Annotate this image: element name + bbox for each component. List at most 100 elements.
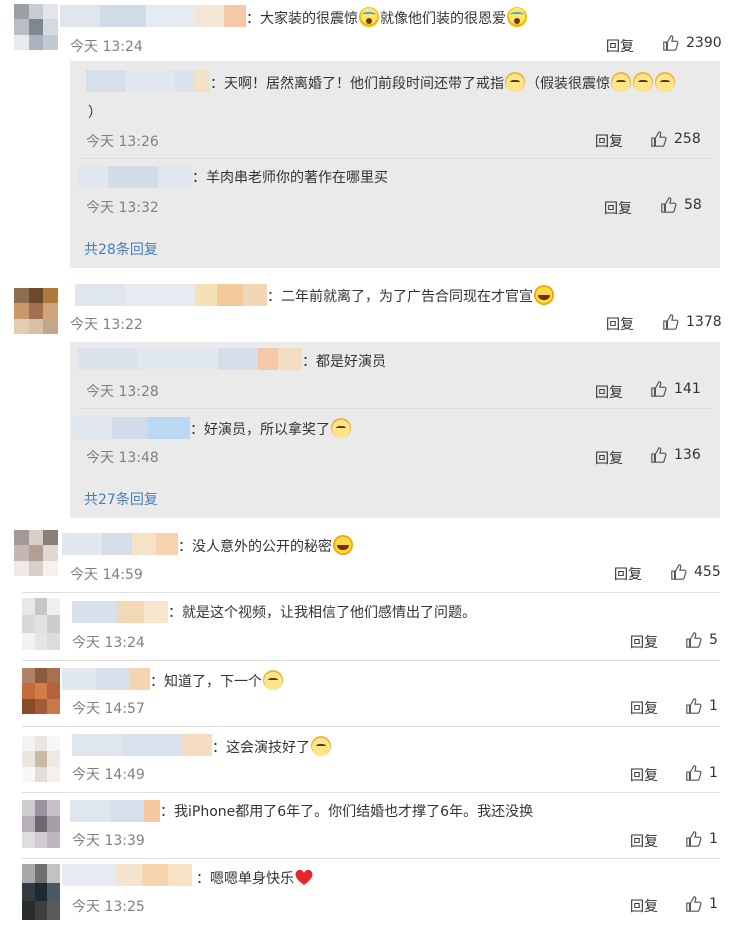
like-button[interactable]: 1 bbox=[685, 830, 718, 848]
avatar[interactable] bbox=[22, 800, 60, 848]
timestamp: 今天 13:24 bbox=[72, 635, 145, 651]
laughing-face-icon bbox=[534, 285, 554, 305]
reply-button[interactable]: 回复 bbox=[614, 564, 642, 584]
reply-button[interactable]: 回复 bbox=[630, 831, 658, 851]
reply-text: ：都是好演员 bbox=[302, 354, 386, 370]
like-count: 2390 bbox=[686, 35, 722, 51]
reply-text: ：好演员，所以拿奖了 bbox=[190, 418, 352, 440]
like-count: 141 bbox=[674, 381, 701, 397]
view-more-replies-link[interactable]: 共27条回复 bbox=[84, 489, 158, 509]
timestamp: 今天 13:24 bbox=[70, 39, 143, 55]
username-blurred[interactable] bbox=[62, 864, 192, 886]
thumbs-up-icon bbox=[651, 447, 667, 463]
avatar[interactable] bbox=[22, 598, 60, 650]
like-button[interactable]: 136 bbox=[650, 446, 701, 464]
timestamp: 今天 13:32 bbox=[86, 200, 159, 216]
comment-text: ：大家装的很震惊 就像他们装的很恩爱 bbox=[246, 7, 528, 29]
comment-text: ：知道了，下一个 bbox=[150, 670, 284, 692]
username-blurred[interactable] bbox=[86, 70, 210, 92]
avatar[interactable] bbox=[14, 4, 58, 50]
reply-text: ：天啊！居然离婚了！他们前段时间还带了戒指 （假装很震惊 bbox=[210, 72, 676, 94]
avatar[interactable] bbox=[14, 288, 58, 334]
username-blurred[interactable] bbox=[78, 166, 192, 188]
comment-text: ：二年前就离了，为了广告合同现在才官宣 bbox=[267, 285, 555, 307]
username-blurred[interactable] bbox=[72, 734, 212, 756]
like-button[interactable]: 1 bbox=[685, 697, 718, 715]
timestamp: 今天 13:25 bbox=[72, 899, 145, 915]
reply-button[interactable]: 回复 bbox=[595, 131, 623, 151]
doge-icon bbox=[311, 736, 331, 756]
reply-button[interactable]: 回复 bbox=[630, 632, 658, 652]
like-count: 5 bbox=[709, 632, 718, 648]
reply-text-part: ：好演员，所以拿奖了 bbox=[190, 422, 330, 438]
divider bbox=[22, 726, 720, 727]
like-button[interactable]: 2390 bbox=[662, 34, 722, 52]
username-blurred[interactable] bbox=[70, 800, 160, 822]
like-button[interactable]: 1 bbox=[685, 895, 718, 913]
thumbs-up-icon bbox=[651, 381, 667, 397]
divider bbox=[22, 858, 720, 859]
comment-text-part: ：二年前就离了，为了广告合同现在才官宣 bbox=[267, 289, 533, 305]
shocked-face-icon bbox=[359, 7, 379, 27]
username-blurred[interactable] bbox=[60, 5, 246, 27]
timestamp: 今天 13:39 bbox=[72, 833, 145, 849]
reply-button[interactable]: 回复 bbox=[606, 314, 634, 334]
avatar[interactable] bbox=[22, 668, 60, 714]
like-count: 258 bbox=[674, 131, 701, 147]
username-blurred[interactable] bbox=[75, 284, 267, 306]
like-count: 1 bbox=[709, 698, 718, 714]
thumbs-up-icon bbox=[686, 632, 702, 648]
shocked-face-icon bbox=[507, 7, 527, 27]
username-blurred[interactable] bbox=[72, 417, 190, 439]
like-count: 1 bbox=[709, 765, 718, 781]
like-button[interactable]: 455 bbox=[670, 563, 721, 581]
reply-button[interactable]: 回复 bbox=[630, 896, 658, 916]
divider bbox=[22, 660, 720, 661]
doge-icon bbox=[331, 418, 351, 438]
reply-button[interactable]: 回复 bbox=[604, 198, 632, 218]
laughing-face-icon bbox=[333, 535, 353, 555]
reply-button[interactable]: 回复 bbox=[606, 36, 634, 56]
reply-button[interactable]: 回复 bbox=[630, 698, 658, 718]
divider bbox=[22, 792, 720, 793]
like-count: 455 bbox=[694, 564, 721, 580]
username-blurred[interactable] bbox=[78, 348, 302, 370]
like-button[interactable]: 5 bbox=[685, 631, 718, 649]
username-blurred[interactable] bbox=[62, 533, 178, 555]
reply-button[interactable]: 回复 bbox=[630, 765, 658, 785]
comment-text-part: ：这会演技好了 bbox=[212, 740, 310, 756]
thumbs-up-icon bbox=[671, 564, 687, 580]
reply-text-part: （假装很震惊 bbox=[526, 76, 610, 92]
like-count: 58 bbox=[684, 197, 702, 213]
like-button[interactable]: 1378 bbox=[662, 313, 722, 331]
like-button[interactable]: 258 bbox=[650, 130, 701, 148]
comment-text-part: ：没人意外的公开的秘密 bbox=[178, 539, 332, 555]
doge-icon bbox=[655, 72, 675, 92]
divider bbox=[80, 158, 710, 159]
avatar[interactable] bbox=[14, 530, 58, 576]
like-button[interactable]: 141 bbox=[650, 380, 701, 398]
heart-icon bbox=[295, 869, 313, 885]
like-count: 136 bbox=[674, 447, 701, 463]
avatar[interactable] bbox=[22, 864, 60, 920]
doge-icon bbox=[505, 72, 525, 92]
username-blurred[interactable] bbox=[72, 601, 168, 623]
like-count: 1 bbox=[709, 896, 718, 912]
reply-button[interactable]: 回复 bbox=[595, 382, 623, 402]
username-blurred[interactable] bbox=[62, 668, 150, 690]
timestamp: 今天 14:49 bbox=[72, 767, 145, 783]
doge-icon bbox=[263, 670, 283, 690]
thumbs-up-icon bbox=[663, 35, 679, 51]
view-more-replies-link[interactable]: 共28条回复 bbox=[84, 239, 158, 259]
thumbs-up-icon bbox=[663, 314, 679, 330]
thumbs-up-icon bbox=[661, 197, 677, 213]
reply-text-continued: ） bbox=[88, 105, 102, 121]
like-button[interactable]: 58 bbox=[660, 196, 702, 214]
reply-button[interactable]: 回复 bbox=[595, 448, 623, 468]
thumbs-up-icon bbox=[651, 131, 667, 147]
divider bbox=[22, 592, 720, 593]
avatar[interactable] bbox=[22, 736, 60, 782]
divider bbox=[80, 408, 710, 409]
like-button[interactable]: 1 bbox=[685, 764, 718, 782]
thumbs-up-icon bbox=[686, 896, 702, 912]
